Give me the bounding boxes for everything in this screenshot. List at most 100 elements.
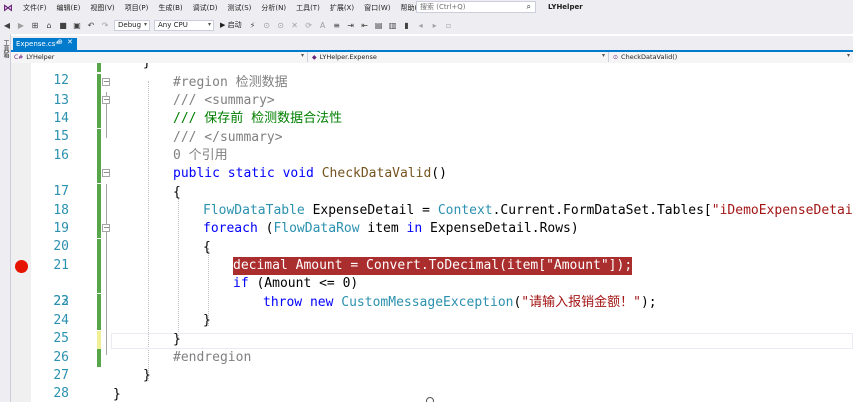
change-marker <box>97 63 101 72</box>
start-label: ▶ 启动 <box>220 21 242 29</box>
save-all-icon[interactable]: ▣ <box>71 19 83 31</box>
bookmark-icon[interactable]: ▮ <box>401 19 413 31</box>
collapse-comment-icon[interactable]: − <box>102 96 110 104</box>
search-input[interactable]: 搜索 (Ctrl+Q) ⌕ <box>416 1 536 13</box>
breakpoint-icon[interactable] <box>15 260 28 273</box>
code-line: 12 } <box>11 63 853 88</box>
menu-view[interactable]: 视图(V) <box>85 3 119 13</box>
code-line: 28 } <box>11 367 853 401</box>
solution-platform-select[interactable]: Any CPU ▾ <box>154 19 214 31</box>
change-marker <box>97 147 101 165</box>
solution-configuration-select[interactable]: Debug ▾ <box>114 19 150 31</box>
collapse-method-icon[interactable]: − <box>102 169 110 177</box>
close-icon[interactable]: ✕ <box>67 38 73 46</box>
code-line: 26 } <box>11 331 853 365</box>
next-bookmark-icon[interactable]: ▸ <box>429 19 441 31</box>
menu-window[interactable]: 窗口(W) <box>359 3 395 13</box>
class-icon: ◆ <box>312 53 317 61</box>
toolbar: ◀ ▶ ⊞ ⌂ ■ ▣ ↶ ↷ Debug ▾ Any CPU ▾ ▶ 启动 ⚡… <box>0 16 853 34</box>
tab-label: Expense.cs* <box>16 40 59 48</box>
outdent-icon[interactable]: ⇤ <box>359 19 371 31</box>
code-editor[interactable]: 12 } 13 − #region 检测数据 14 − /// <summary… <box>11 63 853 402</box>
menu-build[interactable]: 生成(B) <box>153 3 187 13</box>
class-dropdown[interactable]: ◆ LYHelper.Expense ▾ <box>309 52 609 62</box>
visual-studio-logo-icon[interactable]: ⋈ <box>2 2 14 14</box>
change-marker <box>97 275 101 293</box>
member-dropdown[interactable]: ⊙ CheckDataValid() ▾ <box>610 52 853 62</box>
quick-action-icon[interactable]: A <box>317 19 329 31</box>
code-line: 19 FlowDataTable ExpenseDetail = Context… <box>11 202 853 236</box>
toolbox-label: 工具箱 <box>2 40 9 58</box>
chevron-down-icon: ▾ <box>846 52 850 59</box>
code-line: 27 #endregion <box>11 349 853 383</box>
uncomment-icon[interactable]: ▥ <box>387 19 399 31</box>
pin-icon[interactable]: ⊕ <box>57 38 63 46</box>
redo-icon[interactable]: ↷ <box>99 19 111 31</box>
navigate-forward-icon[interactable]: ▶ <box>15 19 27 31</box>
code-line: 16 /// </summary> <box>11 129 853 163</box>
change-marker <box>97 312 101 330</box>
code-text: /// </summary> <box>173 130 283 145</box>
clear-bookmarks-icon[interactable]: ▫ <box>443 19 455 31</box>
restart-icon[interactable]: ⟳ <box>303 19 315 31</box>
step-into-icon[interactable]: ⊙ <box>261 19 273 31</box>
menu-tools[interactable]: 工具(T) <box>291 3 325 13</box>
csharp-project-icon: C# <box>14 53 24 61</box>
change-marker-unsaved <box>97 331 101 349</box>
chevron-down-icon: ▾ <box>207 20 211 28</box>
code-text: } <box>203 313 211 328</box>
change-marker <box>97 110 101 128</box>
comment-icon[interactable]: ▤ <box>373 19 385 31</box>
start-debugging-button[interactable]: ▶ 启动 <box>220 20 242 30</box>
navigate-back-icon[interactable]: ◀ <box>1 19 13 31</box>
menu-test[interactable]: 测试(S) <box>222 3 256 13</box>
code-text: { <box>173 185 181 200</box>
change-marker <box>97 92 101 110</box>
indent-icon[interactable]: ⇥ <box>345 19 357 31</box>
search-placeholder: 搜索 (Ctrl+Q) <box>420 3 466 11</box>
undo-icon[interactable]: ↶ <box>85 19 97 31</box>
code-text: throw new CustomMessageException("请输入报销金… <box>263 295 657 310</box>
change-marker <box>97 220 101 238</box>
menu-extensions[interactable]: 扩展(X) <box>325 3 359 13</box>
code-text: public static void CheckDataValid() <box>173 166 447 181</box>
save-icon[interactable]: ■ <box>57 19 69 31</box>
code-line: 25 } <box>11 312 853 346</box>
code-line-breakpoint: 22 decimal Amount = Convert.ToDecimal(it… <box>11 257 853 309</box>
class-value: LYHelper.Expense <box>319 53 377 61</box>
collapse-region-icon[interactable]: − <box>102 78 110 86</box>
change-marker <box>97 257 101 275</box>
code-line: 23 if (Amount <= 0) <box>11 275 853 309</box>
change-marker <box>97 202 101 220</box>
mouse-cursor-icon <box>426 397 434 402</box>
code-line: 24 throw new CustomMessageException("请输入… <box>11 294 853 328</box>
code-line: 20 − foreach (FlowDataRow item in Expens… <box>11 220 853 254</box>
code-line: 15 /// 保存前 检测数据合法性 <box>11 110 853 144</box>
code-text: #region 检测数据 <box>173 75 288 90</box>
collapse-block-icon[interactable]: − <box>102 224 110 232</box>
stop-icon[interactable]: ✕ <box>289 19 301 31</box>
references-codelens[interactable]: 0 个引用 <box>173 147 228 165</box>
menu-analyze[interactable]: 分析(N) <box>256 3 291 13</box>
solution-platform-value: Any CPU <box>158 21 188 29</box>
open-file-icon[interactable]: ⌂ <box>43 19 55 31</box>
code-text: decimal Amount = Convert.ToDecimal(item[… <box>233 257 633 275</box>
toolbar-flame-icon[interactable]: ⚡ <box>247 19 259 31</box>
toolbox-rail[interactable]: 工具箱 <box>0 34 11 402</box>
menu-debug[interactable]: 调试(D) <box>188 3 223 13</box>
project-value: LYHelper <box>26 53 55 61</box>
change-marker <box>97 74 101 92</box>
prev-bookmark-icon[interactable]: ◂ <box>415 19 427 31</box>
code-text: /// <summary> <box>173 93 275 108</box>
menu-project[interactable]: 项目(P) <box>120 3 154 13</box>
new-project-icon[interactable]: ⊞ <box>29 19 41 31</box>
code-line: 18 { <box>11 184 853 218</box>
menu-edit[interactable]: 编辑(E) <box>52 3 86 13</box>
format-icon[interactable]: ≡ <box>331 19 343 31</box>
tab-expense-cs[interactable]: Expense.cs* ⊕ ✕ <box>13 38 77 50</box>
chevron-down-icon: ▾ <box>601 52 605 59</box>
step-over-icon[interactable]: ⊙ <box>275 19 287 31</box>
menu-file[interactable]: 文件(F) <box>18 3 52 13</box>
project-dropdown[interactable]: C# LYHelper ▾ <box>11 52 308 62</box>
code-text: } <box>143 63 151 72</box>
